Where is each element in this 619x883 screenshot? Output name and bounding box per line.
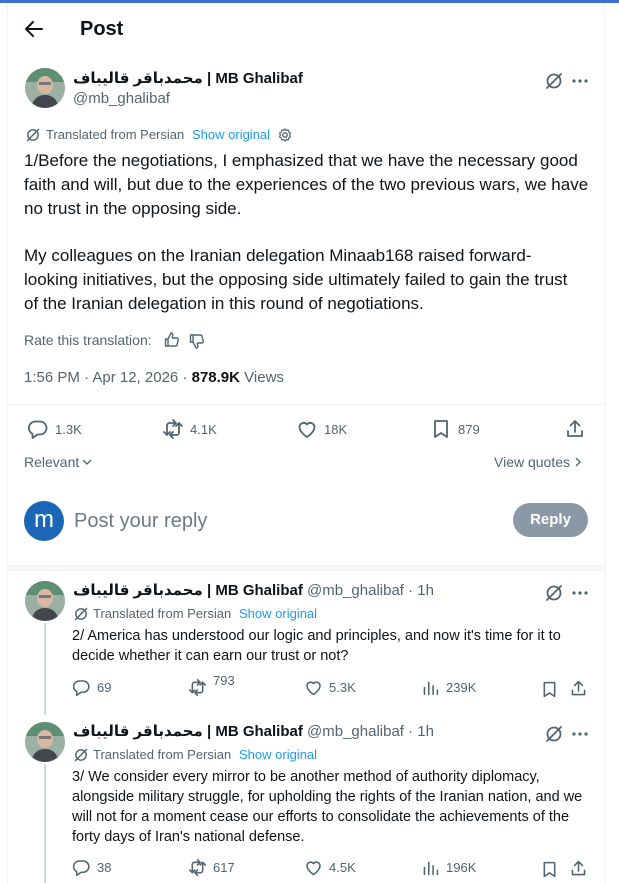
views-count: 878.9K xyxy=(191,369,240,386)
reply-2-views-action[interactable]: 196K xyxy=(421,858,476,877)
analytics-icon xyxy=(423,861,439,876)
post-column: Post محمدباقر قالیباف | MB Ghalibaf @mb_… xyxy=(7,3,606,883)
grok-icon[interactable] xyxy=(544,583,564,603)
reply-2-text: 3/ We consider every mirror to be anothe… xyxy=(72,769,583,845)
section-spacer xyxy=(8,565,606,571)
bookmark-icon[interactable] xyxy=(540,860,559,879)
author-handle[interactable]: @mb_ghalibaf xyxy=(73,89,170,109)
back-button[interactable] xyxy=(22,17,46,41)
reply-2-show-original[interactable]: Show original xyxy=(239,747,317,763)
reply-button[interactable]: Reply xyxy=(513,503,588,537)
share-icon[interactable] xyxy=(569,679,588,698)
repost-icon xyxy=(188,678,207,697)
share-icon[interactable] xyxy=(569,859,588,878)
translate-icon xyxy=(73,606,89,622)
author-name[interactable]: محمدباقر قالیباف | MB Ghalibaf xyxy=(73,69,303,89)
bookmark-icon xyxy=(434,420,448,438)
composer-avatar: m xyxy=(24,501,64,541)
translated-label: Translated from Persian xyxy=(46,127,185,142)
reply-2-reply-action[interactable]: 38 xyxy=(72,858,111,877)
share-icon[interactable] xyxy=(564,418,586,440)
reply-2-avatar[interactable] xyxy=(25,722,65,762)
reply-1-repost-action[interactable]: 793 xyxy=(188,673,235,697)
chevron-down-icon xyxy=(83,459,92,465)
divider xyxy=(8,404,606,405)
analytics-icon xyxy=(423,681,439,696)
post-timestamp[interactable]: 1:56 PM · Apr 12, 2026 · xyxy=(24,369,187,386)
grok-icon[interactable] xyxy=(544,71,564,91)
rate-translation-label: Rate this translation: xyxy=(24,332,152,348)
reply-icon xyxy=(72,680,90,697)
reply-1-avatar[interactable] xyxy=(25,581,65,621)
reply-icon xyxy=(28,420,48,439)
reply-1-views-action[interactable]: 239K xyxy=(421,678,476,697)
repost-icon xyxy=(188,858,207,877)
thread-line xyxy=(44,623,46,715)
reply-2-handle-time[interactable]: @mb_ghalibaf · 1h xyxy=(307,723,434,740)
thumbs-down-icon[interactable] xyxy=(188,332,206,350)
reply-1-header: محمدباقر قالیباف | MB Ghalibaf @mb_ghali… xyxy=(73,581,434,601)
post-text-paragraph-1: 1/Before the negotiations, I emphasized … xyxy=(24,151,589,218)
chevron-right-icon xyxy=(575,457,581,467)
translate-icon xyxy=(25,127,41,143)
translate-icon xyxy=(73,747,89,763)
arrow-left-icon xyxy=(25,21,43,37)
reply-2-translated-label: Translated from Persian xyxy=(93,747,232,762)
reply-1-like-action[interactable]: 5.3K xyxy=(304,678,356,697)
views-label: Views xyxy=(244,369,284,386)
reply-2-like-action[interactable]: 4.5K xyxy=(304,858,356,877)
heart-icon xyxy=(298,422,316,438)
post-meta: 1:56 PM · Apr 12, 2026 · 878.9K Views xyxy=(24,368,284,388)
view-quotes-link[interactable]: View quotes xyxy=(494,454,584,470)
reply-icon xyxy=(72,860,90,877)
reply-1-translated-label: Translated from Persian xyxy=(93,606,232,621)
reply-input[interactable]: Post your reply xyxy=(74,509,207,533)
reply-2-repost-action[interactable]: 617 xyxy=(188,858,235,877)
sort-dropdown[interactable]: Relevant xyxy=(24,454,93,470)
more-options-icon[interactable] xyxy=(570,583,590,603)
thread-line xyxy=(44,764,46,883)
repost-icon xyxy=(163,419,183,439)
bookmark-icon[interactable] xyxy=(540,680,559,699)
reply-1-show-original[interactable]: Show original xyxy=(239,606,317,622)
more-options-icon[interactable] xyxy=(570,724,590,744)
reply-1-author[interactable]: محمدباقر قالیباف | MB Ghalibaf xyxy=(73,582,303,599)
show-original-link[interactable]: Show original xyxy=(192,127,270,143)
thumbs-up-icon[interactable] xyxy=(163,331,181,349)
more-options-icon[interactable] xyxy=(570,71,590,91)
page-title: Post xyxy=(80,18,124,40)
heart-icon xyxy=(306,861,321,876)
reply-1-reply-action[interactable]: 69 xyxy=(72,678,111,697)
like-action[interactable]: 18K xyxy=(296,417,347,441)
reply-1-handle-time[interactable]: @mb_ghalibaf · 1h xyxy=(307,582,434,599)
post-text-paragraph-2: My colleagues on the Iranian delegation … xyxy=(24,246,568,313)
reply-1-text: 2/ America has understood our logic and … xyxy=(72,628,561,664)
heart-icon xyxy=(306,681,321,696)
author-avatar[interactable] xyxy=(25,68,65,108)
grok-icon[interactable] xyxy=(544,724,564,744)
reply-action[interactable]: 1.3K xyxy=(27,417,82,441)
reply-2-author[interactable]: محمدباقر قالیباف | MB Ghalibaf xyxy=(73,723,303,740)
repost-action[interactable]: 4.1K xyxy=(162,417,217,441)
bookmark-action[interactable]: 879 xyxy=(430,417,480,441)
reply-2-header: محمدباقر قالیباف | MB Ghalibaf @mb_ghali… xyxy=(73,722,434,742)
translation-settings-icon[interactable] xyxy=(277,127,293,143)
